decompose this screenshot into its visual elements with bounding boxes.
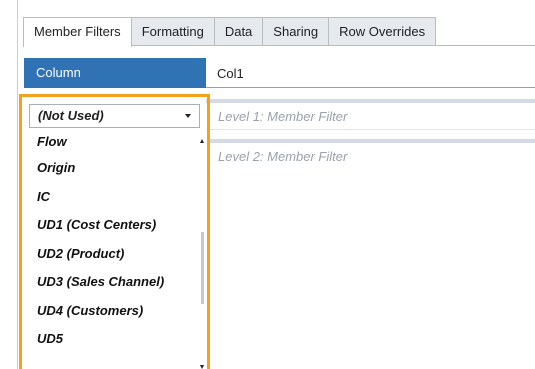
level-2-filter-input[interactable]: Level 2: Member Filter — [206, 144, 535, 170]
column-label: Column — [24, 58, 206, 88]
level-2-divider — [206, 139, 535, 143]
tab-data[interactable]: Data — [213, 17, 264, 46]
column-value-field[interactable]: Col1 — [206, 58, 535, 88]
level-1-divider — [206, 99, 535, 103]
level-1-filter-input[interactable]: Level 1: Member Filter — [206, 104, 535, 130]
tab-sharing[interactable]: Sharing — [262, 17, 330, 46]
tab-row-overrides[interactable]: Row Overrides — [328, 17, 437, 46]
tab-member-filters[interactable]: Member Filters — [23, 17, 132, 47]
highlight-frame — [19, 94, 210, 369]
tab-bar: Member Filters Formatting Data Sharing R… — [23, 17, 437, 47]
tab-formatting[interactable]: Formatting — [130, 17, 215, 46]
